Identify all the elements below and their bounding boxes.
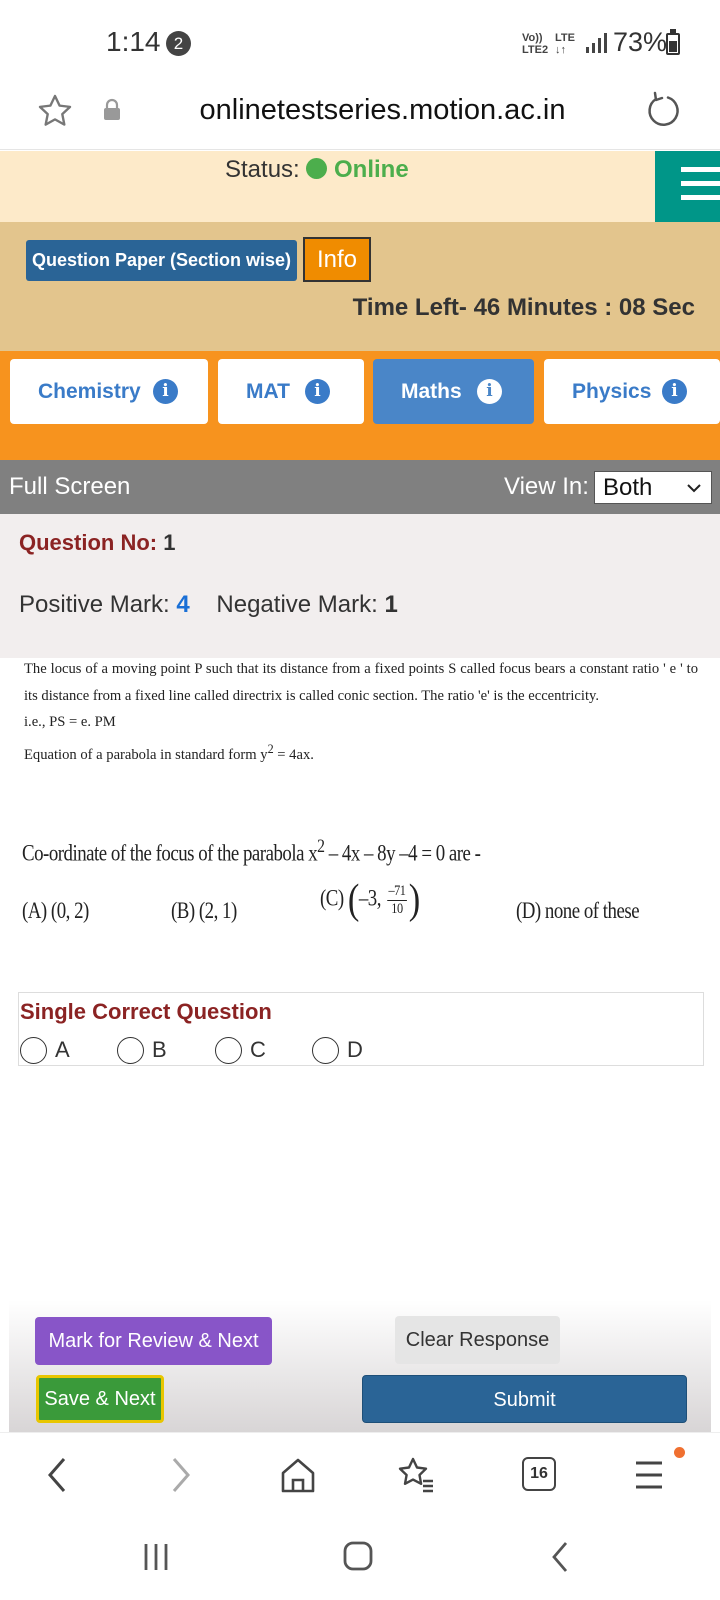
info-icon[interactable]: i [153, 379, 178, 404]
tab-label: Chemistry [38, 380, 141, 403]
info-icon[interactable]: i [477, 379, 502, 404]
action-bar: Mark for Review & Next Clear Response Sa… [9, 1300, 711, 1432]
battery-icon [666, 29, 680, 55]
notification-dot-icon [674, 1447, 685, 1458]
system-back-icon[interactable] [548, 1540, 572, 1574]
passage-paragraph: Equation of a parabola in standard form … [24, 741, 314, 763]
tab-label: Maths [401, 380, 462, 403]
info-icon[interactable]: i [662, 379, 687, 404]
passage-paragraph: The locus of a moving point P such that … [24, 661, 698, 704]
tab-physics[interactable]: Physics i [544, 359, 720, 424]
question-paper-button[interactable]: Question Paper (Section wise) [26, 240, 297, 281]
chevron-down-icon [687, 484, 701, 493]
refresh-icon[interactable] [646, 90, 682, 130]
home-icon[interactable] [280, 1455, 316, 1495]
clock: 1:14 [106, 26, 161, 57]
radio-option-b[interactable] [117, 1037, 144, 1064]
volte-indicator: Vo)) LTE2 [522, 32, 549, 56]
signal-icon [586, 33, 607, 53]
tabs-icon[interactable]: 16 [522, 1457, 556, 1491]
marks-info: Positive Mark: 4 Negative Mark: 1 [19, 591, 398, 618]
tab-label: MAT [246, 380, 290, 403]
full-screen-button[interactable]: Full Screen [9, 473, 130, 501]
radio-label-a[interactable]: A [55, 1037, 70, 1063]
status-row: Status: Online [0, 151, 720, 222]
battery-percentage: 73% [613, 27, 668, 57]
time-left: Time Left- 46 Minutes : 08 Sec [352, 294, 695, 321]
notification-count-badge: 2 [166, 31, 191, 56]
clear-response-button[interactable]: Clear Response [395, 1316, 560, 1364]
negative-mark: 1 [384, 591, 398, 618]
save-next-button[interactable]: Save & Next [36, 1375, 164, 1423]
option-d-text: (D) none of these [516, 898, 640, 923]
question-text: Co-ordinate of the focus of the parabola… [22, 836, 481, 866]
tab-chemistry[interactable]: Chemistry i [10, 359, 208, 424]
radio-option-d[interactable] [312, 1037, 339, 1064]
online-dot-icon [306, 158, 327, 179]
menu-icon [681, 167, 720, 172]
menu-button[interactable] [655, 151, 720, 222]
info-icon[interactable]: i [305, 379, 330, 404]
answer-panel: Single Correct Question A B C D [18, 992, 704, 1066]
forward-icon[interactable] [166, 1455, 194, 1495]
recent-apps-icon[interactable] [142, 1542, 172, 1572]
mark-review-next-button[interactable]: Mark for Review & Next [35, 1317, 272, 1365]
view-in-label: View In: [504, 473, 589, 500]
option-b-text: (B) (2, 1) [171, 898, 237, 923]
radio-option-c[interactable] [215, 1037, 242, 1064]
tab-label: Physics [572, 380, 652, 403]
question-info: Question No: 1 Positive Mark: 4 Negative… [0, 514, 720, 658]
radio-label-d[interactable]: D [347, 1037, 363, 1063]
radio-option-a[interactable] [20, 1037, 47, 1064]
tab-maths[interactable]: Maths i [373, 359, 534, 424]
system-status-bar: 1:14 2 Vo)) LTE2 LTE ↓↑ 73% [0, 0, 720, 84]
status-value: Online [334, 156, 409, 183]
status-label: Status: [225, 156, 300, 183]
home-button-icon[interactable] [342, 1540, 374, 1572]
submit-button[interactable]: Submit [362, 1375, 687, 1423]
bookmarks-icon[interactable] [396, 1455, 436, 1495]
positive-mark: 4 [176, 591, 190, 618]
info-button[interactable]: Info [303, 237, 371, 282]
question-passage: The locus of a moving point P such that … [24, 656, 698, 768]
system-nav-bar [0, 1520, 720, 1600]
browser-url-bar: onlinetestseries.motion.ac.in [0, 84, 720, 150]
view-in-value: Both [603, 474, 653, 501]
tab-mat[interactable]: MAT i [218, 359, 364, 424]
exam-header: Question Paper (Section wise) Info Time … [0, 222, 720, 351]
option-c-text: (C) (–3, –71 10) [320, 877, 420, 923]
question-type-label: Single Correct Question [20, 999, 272, 1024]
browser-menu-icon[interactable] [634, 1455, 664, 1495]
question-number: Question No: 1 [19, 530, 176, 555]
browser-bottom-nav: 16 [0, 1432, 720, 1520]
subject-tabs: Chemistry i MAT i Maths i Physics i [0, 351, 720, 460]
lte-indicator: LTE ↓↑ [555, 32, 575, 56]
option-a-text: (A) (0, 2) [22, 898, 89, 923]
back-icon[interactable] [44, 1455, 72, 1495]
radio-label-b[interactable]: B [152, 1037, 167, 1063]
passage-paragraph: i.e., PS = e. PM [24, 714, 116, 730]
radio-label-c[interactable]: C [250, 1037, 266, 1063]
view-in-select[interactable]: Both [594, 471, 712, 504]
view-toolbar: Full Screen View In: Both [0, 460, 720, 514]
url-text[interactable]: onlinetestseries.motion.ac.in [0, 94, 720, 127]
